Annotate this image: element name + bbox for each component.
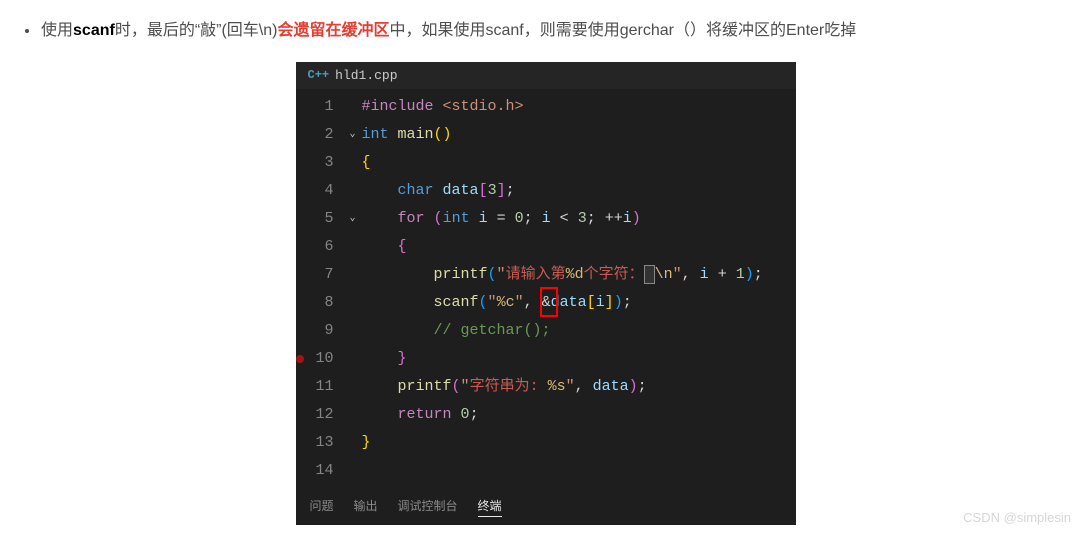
line-number: 5 — [296, 205, 334, 233]
tab-debug-console[interactable]: 调试控制台 — [398, 497, 458, 517]
text-scanf: scanf — [73, 22, 115, 39]
line-number: 8 — [296, 289, 334, 317]
code-area[interactable]: 1 2 3 4 5 6 7 8 9 10 11 12 13 14 ⌄ ⌄ #in… — [296, 89, 796, 489]
cpp-icon: C++ — [308, 68, 330, 82]
code-line-11[interactable]: printf("字符串为: %s", data); — [362, 373, 796, 401]
fold-chevron-icon[interactable]: ⌄ — [344, 121, 362, 149]
line-number: 14 — [296, 457, 334, 485]
code-line-2[interactable]: int main() — [362, 121, 796, 149]
text-pre: 使用 — [41, 22, 73, 39]
line-number: 12 — [296, 401, 334, 429]
bullet-text: 使用scanf时，最后的“敲”(回车\n)会遗留在缓冲区中，如果使用scanf，… — [41, 18, 856, 44]
tab-terminal[interactable]: 终端 — [478, 497, 502, 517]
code-line-4[interactable]: char data[3]; — [362, 177, 796, 205]
line-number-gutter: 1 2 3 4 5 6 7 8 9 10 11 12 13 14 — [296, 89, 344, 489]
line-number: 2 — [296, 121, 334, 149]
bullet-line: 使用scanf时，最后的“敲”(回车\n)会遗留在缓冲区中，如果使用scanf，… — [0, 0, 1091, 44]
code-line-3[interactable]: { — [362, 149, 796, 177]
tab-problems[interactable]: 问题 — [310, 497, 334, 517]
code-line-10[interactable]: } — [362, 345, 796, 373]
line-number: 1 — [296, 93, 334, 121]
code-line-12[interactable]: return 0; — [362, 401, 796, 429]
line-number: 9 — [296, 317, 334, 345]
code-line-14[interactable] — [362, 457, 796, 485]
code-content[interactable]: #include <stdio.h> int main() { char dat… — [362, 89, 796, 489]
line-number: 13 — [296, 429, 334, 457]
code-line-6[interactable]: { — [362, 233, 796, 261]
line-number: 6 — [296, 233, 334, 261]
code-line-5[interactable]: for (int i = 0; i < 3; ++i) — [362, 205, 796, 233]
code-line-13[interactable]: } — [362, 429, 796, 457]
line-number: 3 — [296, 149, 334, 177]
tab-filename[interactable]: hld1.cpp — [335, 68, 397, 83]
line-number: 7 — [296, 261, 334, 289]
breakpoint-indicator[interactable] — [296, 355, 304, 363]
editor-tab-bar: C++ hld1.cpp — [296, 62, 796, 89]
text-mid2: 中，如果使用scanf，则需要使用gerchar（）将缓冲区的Enter吃掉 — [390, 22, 857, 39]
fold-chevron-icon[interactable]: ⌄ — [344, 205, 362, 233]
text-red: 会遗留在缓冲区 — [277, 22, 389, 39]
line-number: 11 — [296, 373, 334, 401]
text-mid1: 时，最后的“敲”(回车\n) — [115, 22, 278, 39]
code-line-7[interactable]: printf("请输入第%d个字符： \n", i + 1); — [362, 261, 796, 289]
fold-gutter: ⌄ ⌄ — [344, 89, 362, 489]
tab-output[interactable]: 输出 — [354, 497, 378, 517]
code-line-9[interactable]: // getchar(); — [362, 317, 796, 345]
code-line-1[interactable]: #include <stdio.h> — [362, 93, 796, 121]
panel-tabs: 问题 输出 调试控制台 终端 — [296, 489, 796, 525]
line-number: 4 — [296, 177, 334, 205]
editor: C++ hld1.cpp 1 2 3 4 5 6 7 8 9 10 11 12 … — [296, 62, 796, 525]
code-line-8[interactable]: scanf("%c", &data[i]); — [362, 289, 796, 317]
watermark: CSDN @simplesin — [963, 510, 1071, 525]
bullet-dot — [25, 29, 29, 33]
